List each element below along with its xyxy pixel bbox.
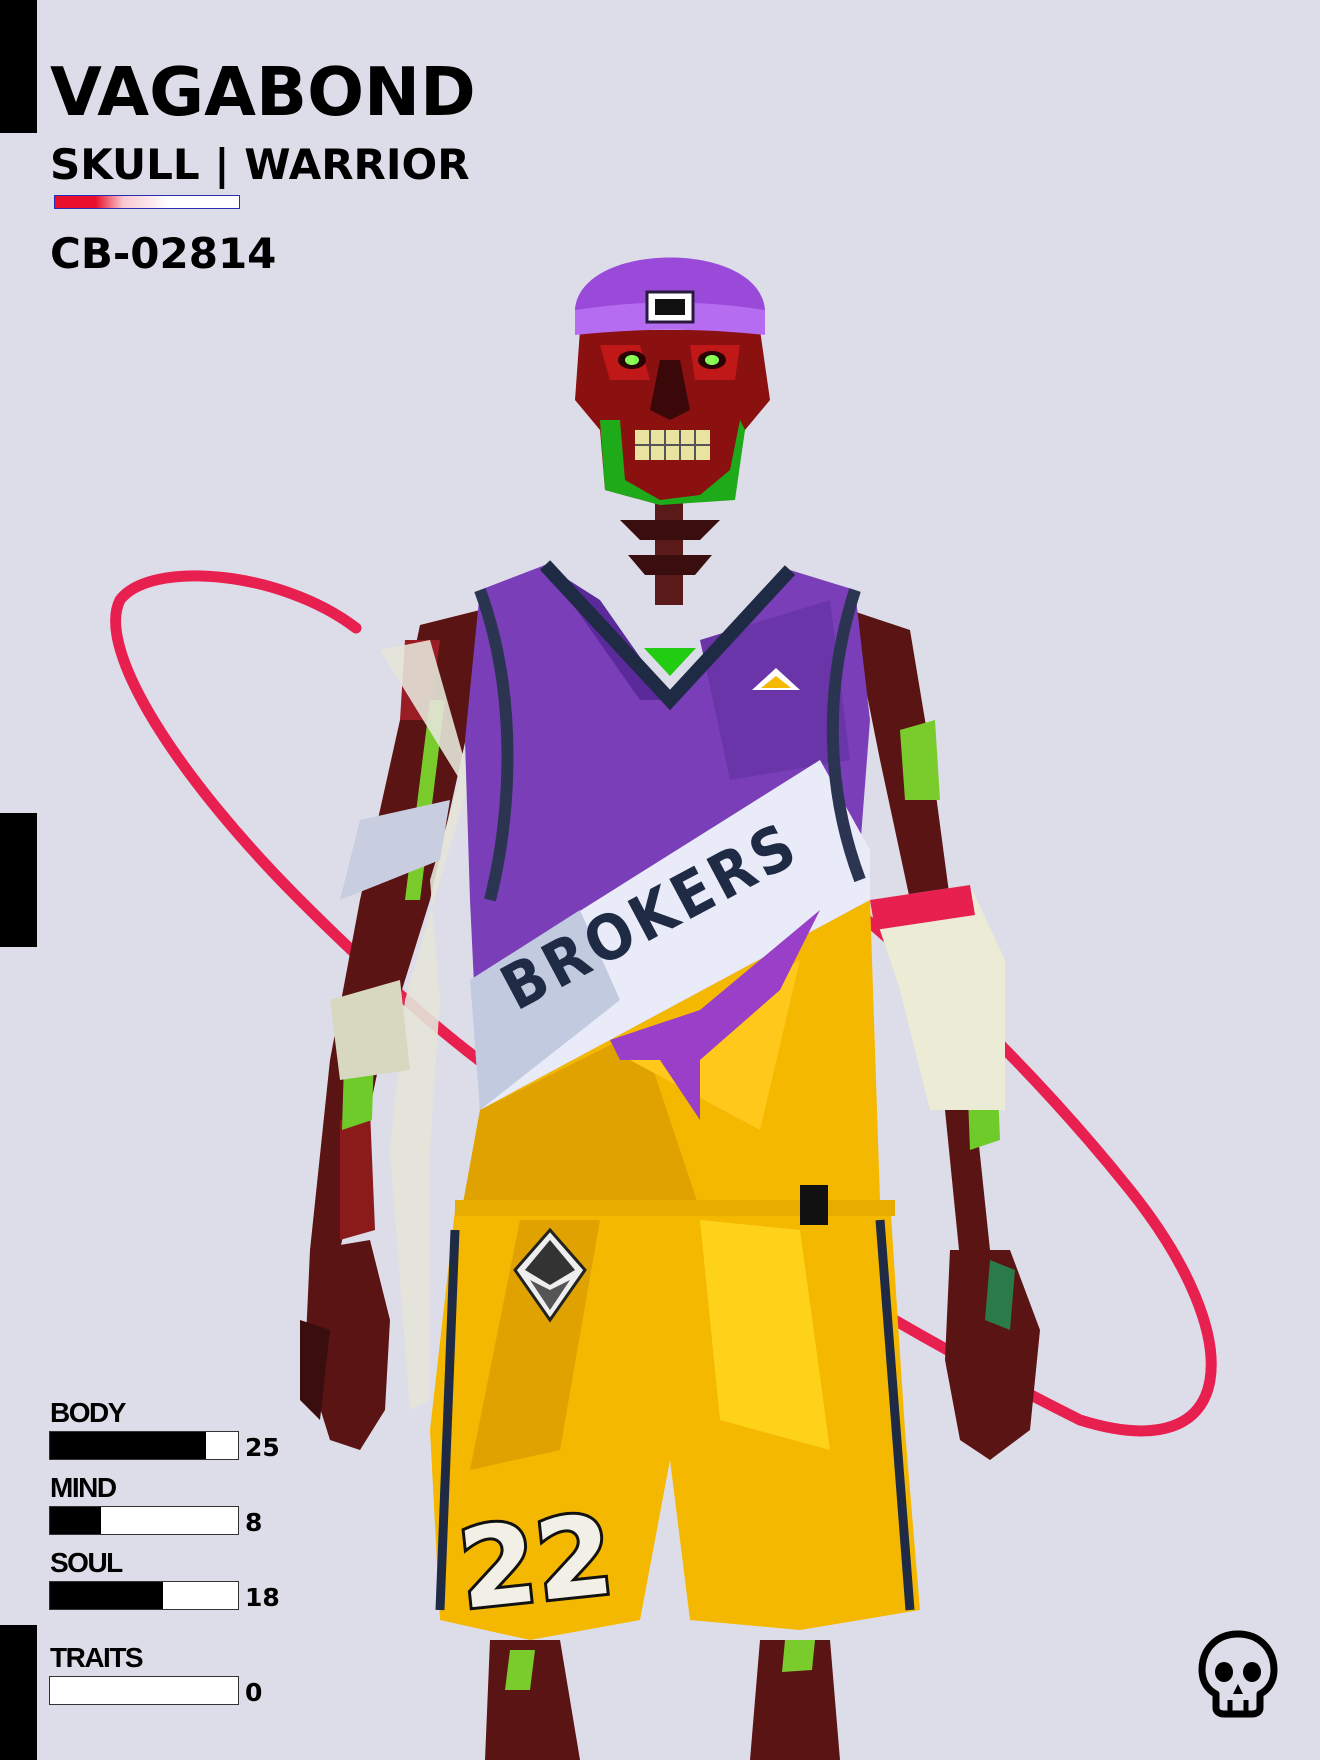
stat-bar-mind	[49, 1506, 239, 1535]
stat-value-body: 25	[245, 1433, 280, 1462]
stat-bar-traits	[49, 1676, 239, 1705]
stat-label-traits: TRAITS	[50, 1642, 144, 1673]
stat-fill	[50, 1582, 163, 1609]
skull	[575, 330, 770, 505]
stat-value-mind: 8	[245, 1508, 263, 1537]
stat-label-soul: SOUL	[50, 1547, 123, 1578]
rarity-bar	[54, 195, 240, 209]
card-id: CB-02814	[50, 229, 277, 278]
stat-label-body: BODY	[50, 1397, 126, 1428]
shorts-number: 22	[453, 1491, 619, 1634]
stat-fill	[50, 1507, 101, 1534]
character-name: VAGABOND	[50, 53, 476, 131]
stat-label-mind: MIND	[50, 1472, 117, 1503]
skull-icon	[1198, 1630, 1278, 1718]
character-class: SKULL | WARRIOR	[50, 140, 470, 189]
stat-value-soul: 18	[245, 1583, 280, 1612]
stat-fill	[50, 1432, 207, 1459]
stat-value-traits: 0	[245, 1678, 263, 1707]
stat-bar-soul	[49, 1581, 239, 1610]
nft-card: BROKERS 22 VAGABOND SKULL | WARRIOR CB-0…	[0, 0, 1320, 1760]
stat-bar-body	[49, 1431, 239, 1460]
